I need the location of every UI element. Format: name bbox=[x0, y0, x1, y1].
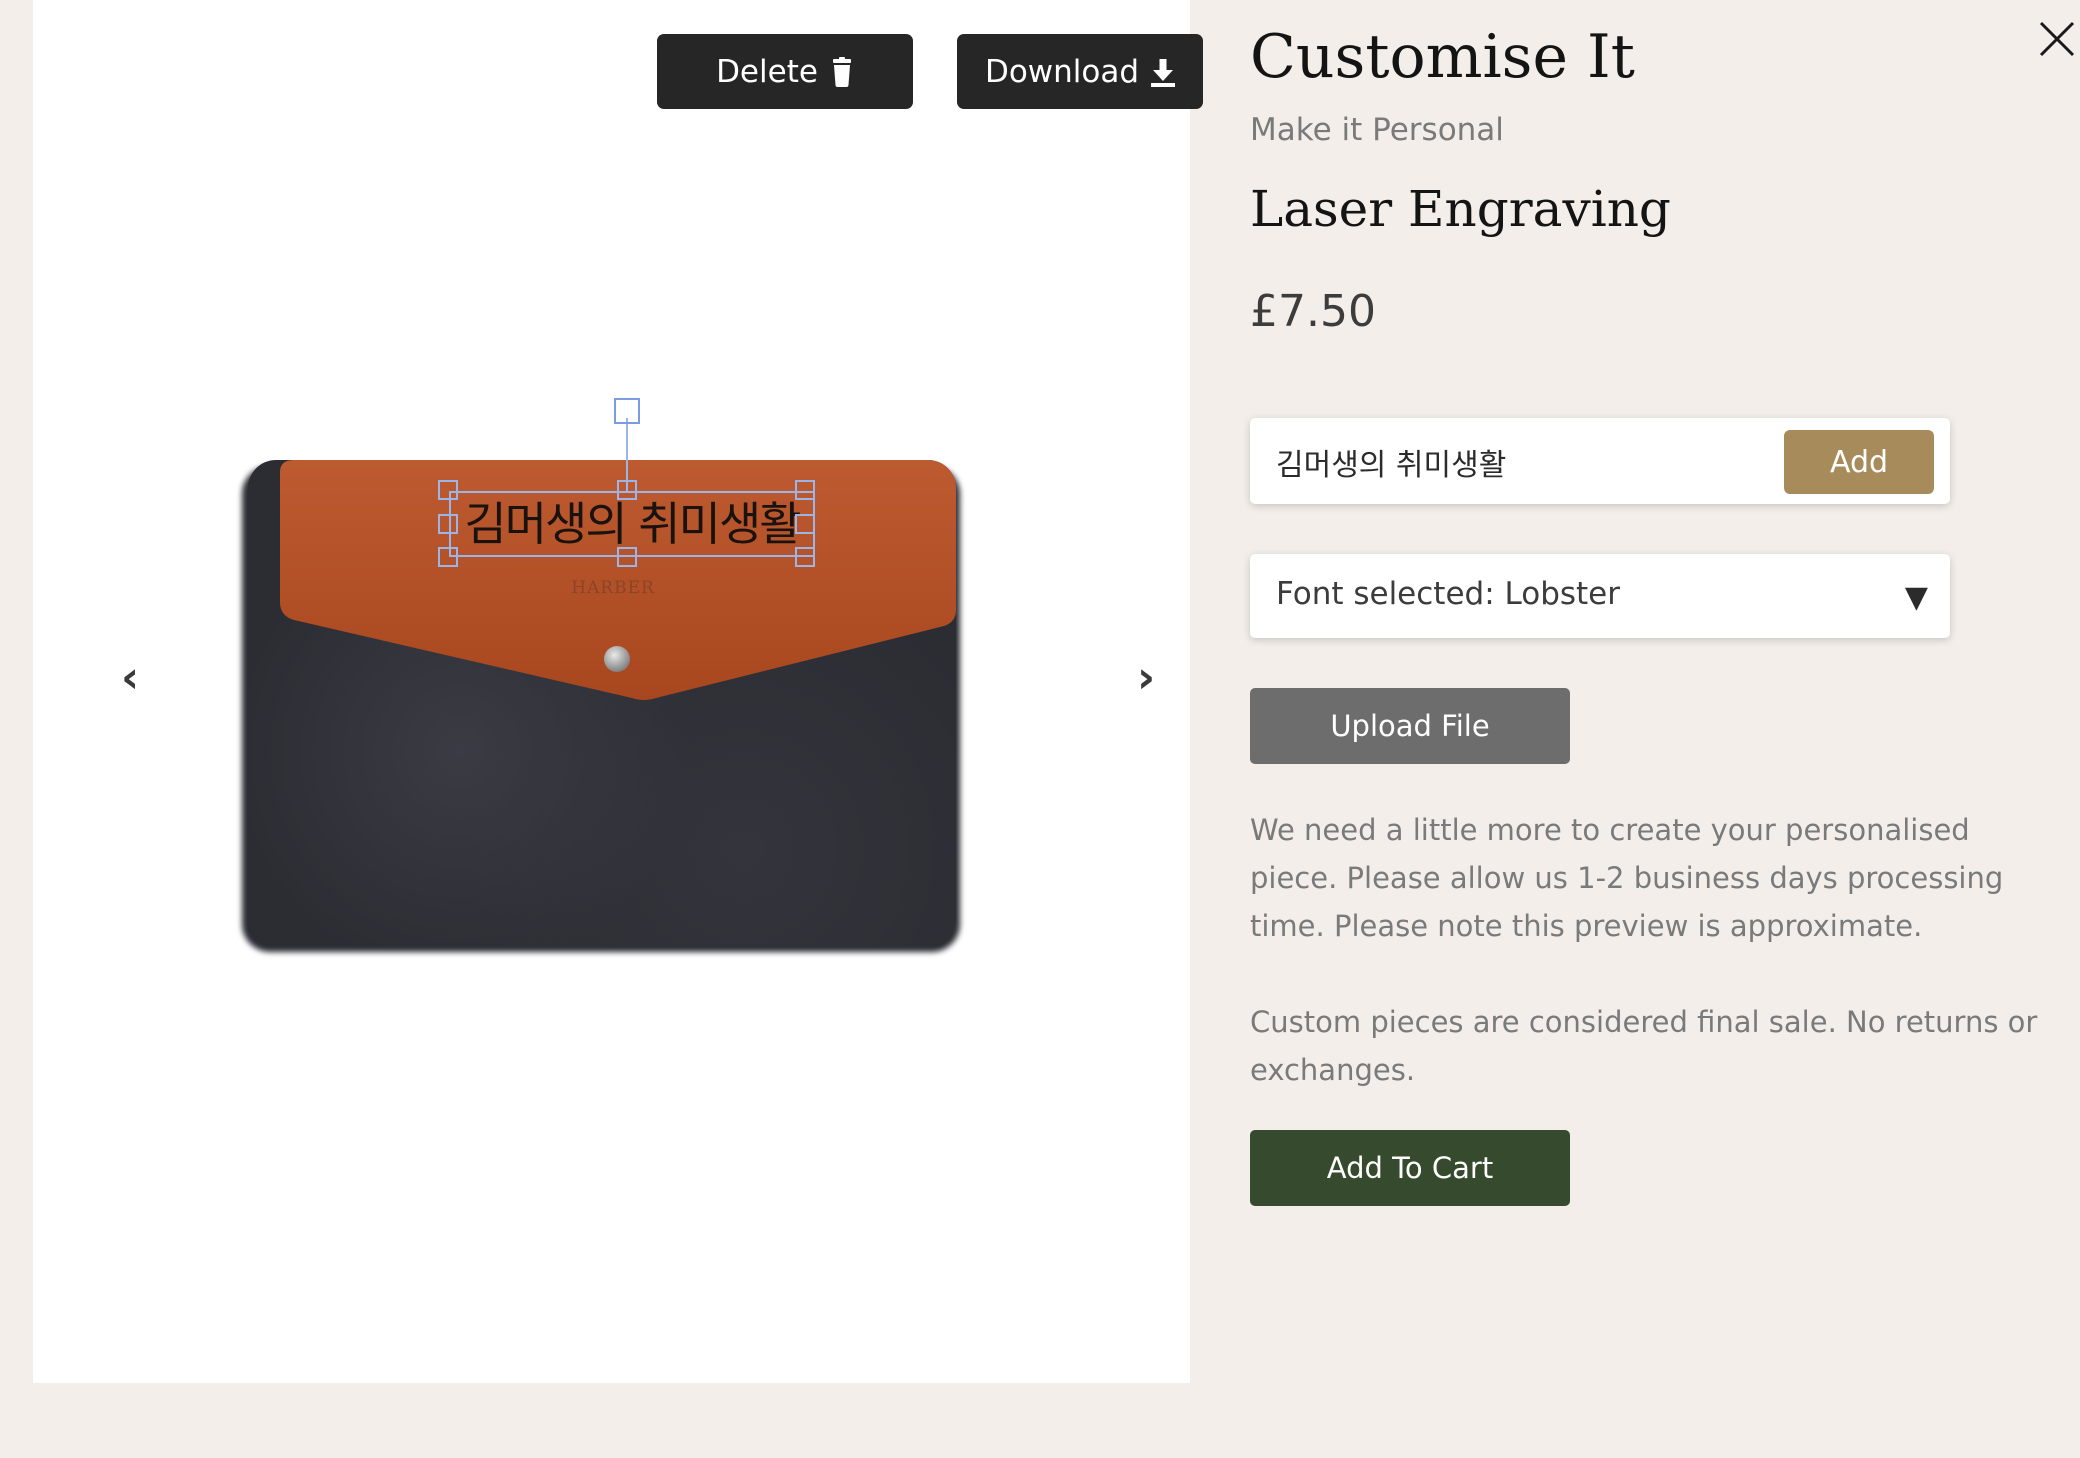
resize-handle-left[interactable] bbox=[438, 514, 458, 534]
resize-handle-bottom-left[interactable] bbox=[438, 547, 458, 567]
resize-handle-bottom[interactable] bbox=[617, 547, 637, 567]
caret-down-icon: ▼ bbox=[1904, 580, 1928, 615]
download-button[interactable]: Download bbox=[957, 34, 1203, 109]
font-select[interactable]: Font selected: Lobster ▼ bbox=[1250, 554, 1950, 638]
delete-label: Delete bbox=[716, 53, 818, 90]
download-icon bbox=[1151, 58, 1176, 87]
resize-handle-top[interactable] bbox=[617, 480, 637, 500]
resize-handle-top-right[interactable] bbox=[795, 480, 815, 500]
brand-logo: HARBER bbox=[571, 578, 655, 598]
final-sale-notice: Custom pieces are considered final sale.… bbox=[1250, 1005, 2038, 1087]
resize-handle-bottom-right[interactable] bbox=[795, 547, 815, 567]
resize-handle-right[interactable] bbox=[795, 514, 815, 534]
resize-handle-top-left[interactable] bbox=[438, 480, 458, 500]
chevron-right-icon[interactable]: › bbox=[1137, 652, 1155, 703]
add-button[interactable]: Add bbox=[1784, 430, 1934, 494]
rotate-handle[interactable] bbox=[614, 398, 640, 424]
upload-file-button[interactable]: Upload File bbox=[1250, 688, 1570, 764]
engraving-text-field: Add bbox=[1250, 418, 1950, 504]
panel-subtitle: Make it Personal bbox=[1250, 112, 1504, 148]
close-icon[interactable] bbox=[2038, 20, 2076, 58]
delete-button[interactable]: Delete bbox=[657, 34, 913, 109]
chevron-left-icon[interactable]: ‹ bbox=[121, 652, 139, 703]
engraving-text-input[interactable] bbox=[1274, 436, 1778, 488]
download-label: Download bbox=[984, 53, 1140, 90]
trash-icon bbox=[832, 56, 851, 87]
panel-title: Customise It bbox=[1250, 22, 1635, 92]
processing-notice: We need a little more to create your per… bbox=[1250, 813, 2004, 943]
price: £7.50 bbox=[1250, 286, 1376, 337]
font-select-label: Font selected: Lobster bbox=[1276, 576, 1620, 612]
snap-button bbox=[604, 646, 630, 672]
section-title: Laser Engraving bbox=[1250, 180, 1671, 238]
add-to-cart-button[interactable]: Add To Cart bbox=[1250, 1130, 1570, 1206]
